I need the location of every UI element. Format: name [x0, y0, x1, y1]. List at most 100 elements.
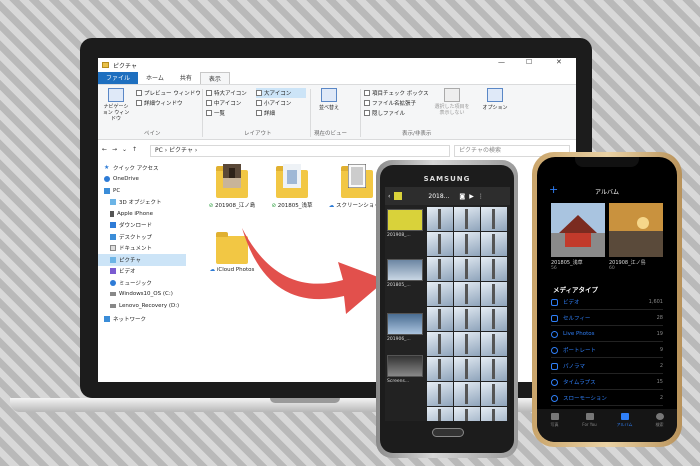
tab-view[interactable]: 表示	[199, 72, 230, 84]
layout-option[interactable]: 一覧	[206, 108, 256, 118]
folder-item[interactable]: ⊘ 201805_浅草	[262, 164, 322, 209]
nav-item-music[interactable]: ミュージック	[98, 277, 186, 289]
folder-item[interactable]: ⊘ 201908_江ノ島	[202, 164, 262, 209]
photo-thumbnail[interactable]	[427, 382, 453, 406]
maximize-button[interactable]: ☐	[526, 58, 532, 66]
nav-item-onedrive[interactable]: OneDrive	[98, 174, 186, 186]
media-type-portrait[interactable]: ポートレート 9	[551, 343, 663, 358]
nav-item-videos[interactable]: ビデオ	[98, 266, 186, 278]
photo-thumbnail[interactable]	[481, 232, 507, 256]
tab-for-you[interactable]: For You	[578, 413, 602, 442]
back-icon[interactable]: ←	[102, 146, 107, 153]
album-label: 201906_...	[387, 337, 411, 342]
photo-thumbnail[interactable]	[427, 257, 453, 281]
minimize-button[interactable]: —	[498, 58, 505, 66]
photo-thumbnail[interactable]	[427, 357, 453, 381]
album-thumbnail[interactable]	[387, 259, 423, 281]
media-type-videos[interactable]: ビデオ 1,601	[551, 295, 663, 310]
layout-option-selected[interactable]: 大アイコン	[256, 88, 306, 98]
photo-thumbnail[interactable]	[454, 282, 480, 306]
album-thumbnail-enoshima[interactable]	[609, 203, 663, 257]
item-checkbox-toggle[interactable]: 項目チェック ボックス	[364, 88, 429, 98]
document-icon	[110, 245, 116, 252]
photo-thumbnail[interactable]	[481, 282, 507, 306]
media-type-panorama[interactable]: パノラマ 2	[551, 359, 663, 374]
address-bar[interactable]: PC › ピクチャ ›	[150, 145, 450, 157]
media-type-selfies[interactable]: セルフィー 28	[551, 311, 663, 326]
tab-share[interactable]: 共有	[172, 72, 200, 84]
nav-item-drive-d[interactable]: Lenovo_Recovery (D:)	[98, 300, 186, 312]
layout-option[interactable]: 中アイコン	[206, 98, 256, 108]
photo-thumbnail[interactable]	[481, 382, 507, 406]
media-type-slow-motion[interactable]: スローモーション 2	[551, 391, 663, 406]
forward-icon[interactable]: →	[112, 146, 117, 153]
tab-albums[interactable]: アルバム	[613, 413, 637, 442]
divider	[310, 89, 311, 137]
hide-selected-button[interactable]: 選択した項目を表示しない	[434, 88, 470, 116]
sort-button[interactable]: 並べ替え	[316, 88, 342, 111]
gallery-header: ‹ 2018... ◙ ▶ ⋮	[385, 187, 510, 205]
photo-thumbnail[interactable]	[454, 357, 480, 381]
home-button[interactable]	[432, 428, 464, 437]
close-button[interactable]: ✕	[556, 58, 562, 66]
tab-file[interactable]: ファイル	[98, 72, 139, 84]
pane-options: プレビュー ウィンドウ 詳細ウィンドウ	[136, 88, 201, 108]
star-icon: ★	[104, 163, 110, 171]
nav-item-pc[interactable]: PC	[98, 185, 186, 197]
nav-item-apple-iphone[interactable]: Apple iPhone	[98, 208, 186, 220]
nav-item-pictures[interactable]: ピクチャ	[98, 254, 186, 266]
photo-thumbnail[interactable]	[454, 307, 480, 331]
photo-thumbnail[interactable]	[454, 257, 480, 281]
nav-item-3d-objects[interactable]: 3D オブジェクト	[98, 197, 186, 209]
up-icon[interactable]: ↑	[132, 146, 137, 153]
album-thumbnail-asakusa[interactable]	[551, 203, 605, 257]
layout-option[interactable]: 特大アイコン	[206, 88, 256, 98]
photo-thumbnail[interactable]	[481, 257, 507, 281]
preview-pane-button[interactable]: プレビュー ウィンドウ	[136, 88, 201, 98]
album-thumbnail[interactable]	[387, 313, 423, 335]
photo-thumbnail[interactable]	[481, 307, 507, 331]
tab-search[interactable]: 検索	[648, 413, 672, 442]
album-label: 201908_...	[387, 233, 411, 238]
details-pane-button[interactable]: 詳細ウィンドウ	[136, 98, 201, 108]
tab-photos[interactable]: 写真	[543, 413, 567, 442]
nav-item-desktop[interactable]: デスクトップ	[98, 231, 186, 243]
nav-item-quick-access[interactable]: ★ クイック アクセス	[98, 162, 186, 174]
photo-thumbnail[interactable]	[454, 207, 480, 231]
options-label: オプション	[482, 105, 508, 111]
photo-thumbnail[interactable]	[454, 332, 480, 356]
photo-thumbnail[interactable]	[427, 332, 453, 356]
tab-home[interactable]: ホーム	[138, 72, 172, 84]
photo-thumbnail[interactable]	[481, 207, 507, 231]
media-type-timelapse[interactable]: タイムラプス 15	[551, 375, 663, 390]
nav-item-documents[interactable]: ドキュメント	[98, 243, 186, 255]
nav-item-downloads[interactable]: ダウンロード	[98, 220, 186, 232]
photo-thumbnail[interactable]	[427, 407, 453, 421]
menu-icon[interactable]: ⋮	[478, 193, 484, 200]
photo-thumbnail[interactable]	[427, 307, 453, 331]
camera-icon[interactable]: ◙	[459, 193, 465, 200]
play-icon[interactable]: ▶	[469, 193, 474, 200]
hidden-files-toggle[interactable]: 隠しファイル	[364, 108, 429, 118]
file-extension-toggle[interactable]: ファイル名拡張子	[364, 98, 429, 108]
options-button[interactable]: オプション	[480, 88, 510, 111]
photo-thumbnail[interactable]	[481, 407, 507, 421]
album-thumbnail[interactable]	[387, 355, 423, 377]
layout-option[interactable]: 小アイコン	[256, 98, 306, 108]
back-icon[interactable]: ‹	[388, 193, 390, 200]
media-type-live-photos[interactable]: Live Photos 19	[551, 327, 663, 342]
photo-thumbnail[interactable]	[454, 407, 480, 421]
photo-thumbnail[interactable]	[481, 332, 507, 356]
navigation-pane-button[interactable]: ナビゲーション ウィンドウ	[102, 88, 130, 122]
photo-thumbnail[interactable]	[427, 232, 453, 256]
photo-thumbnail[interactable]	[481, 357, 507, 381]
recent-icon[interactable]: ⌄	[122, 146, 127, 153]
album-thumbnail[interactable]	[387, 209, 423, 231]
layout-option[interactable]: 詳細	[256, 108, 306, 118]
photo-thumbnail[interactable]	[454, 382, 480, 406]
photo-thumbnail[interactable]	[427, 282, 453, 306]
photo-thumbnail[interactable]	[454, 232, 480, 256]
nav-item-drive-c[interactable]: Windows10_OS (C:)	[98, 289, 186, 301]
photo-thumbnail[interactable]	[427, 207, 453, 231]
nav-item-network[interactable]: ネットワーク	[98, 314, 186, 326]
